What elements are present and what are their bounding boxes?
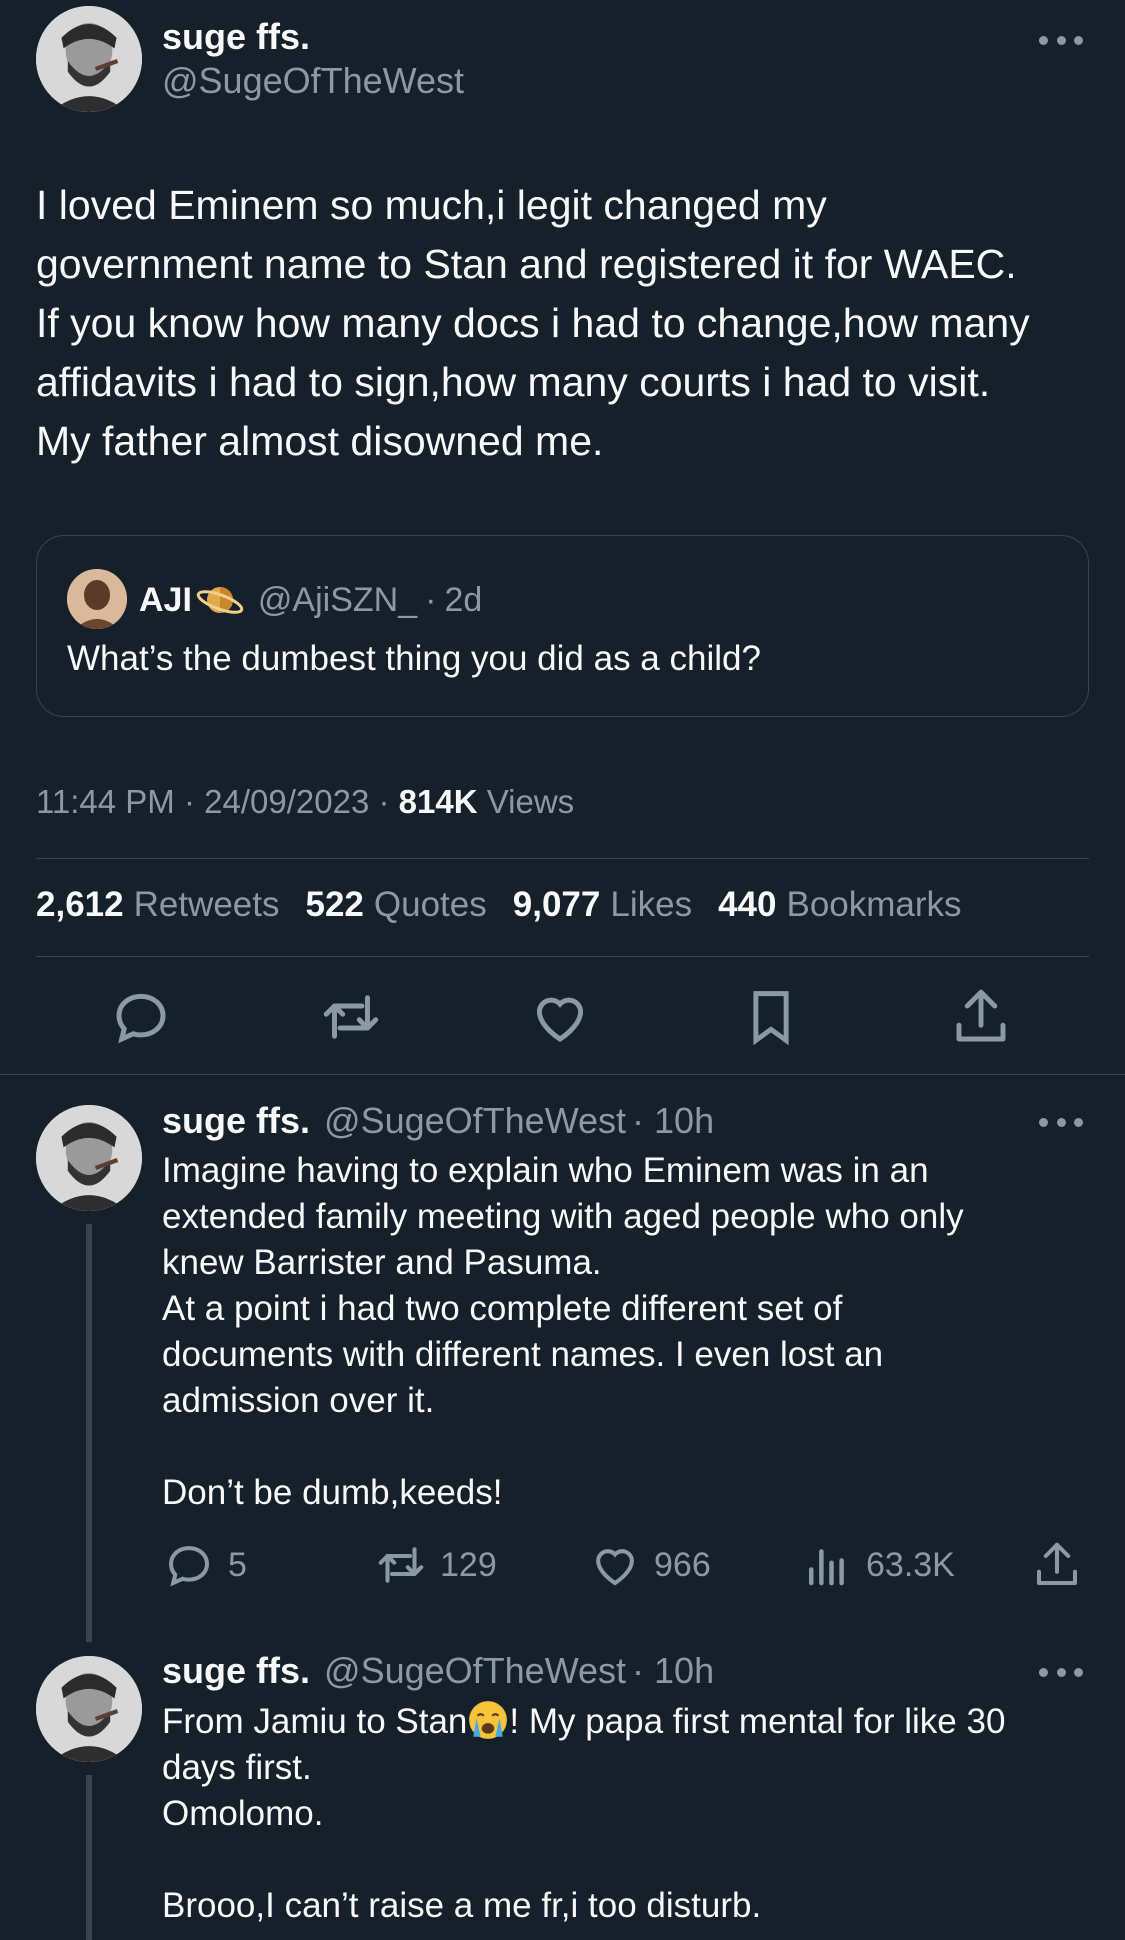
thread-line: [86, 1224, 92, 1642]
quotes-stat[interactable]: 522 Quotes: [306, 885, 487, 925]
retweet-count: 129: [440, 1545, 497, 1584]
bookmark-icon[interactable]: [738, 984, 804, 1050]
like-count: 966: [654, 1545, 711, 1584]
share-icon: [1036, 1542, 1078, 1586]
tweet-text: I loved Eminem so much,i legit changed m…: [36, 182, 1030, 464]
quoted-text: What’s the dumbest thing you did as a ch…: [67, 639, 761, 678]
quoted-author-avatar[interactable]: [67, 569, 127, 629]
reply-time: · 10h: [632, 1650, 715, 1691]
divider: [36, 956, 1089, 957]
reply-author-handle[interactable]: @SugeOfTheWest: [324, 1650, 626, 1691]
avatar-photo-icon: [36, 6, 142, 112]
reply-text: From Jamiu to Stan! My papa first mental…: [162, 1699, 1082, 1929]
share-button[interactable]: [1030, 1538, 1096, 1592]
retweet-icon: [378, 1547, 424, 1583]
reply-author-avatar[interactable]: [36, 1656, 142, 1762]
quoted-author-name[interactable]: AJI: [139, 581, 192, 620]
quoted-author-handle[interactable]: @AjiSZN_: [258, 581, 417, 620]
tweet-thread-page: suge ffs. @SugeOfTheWest I loved Eminem …: [0, 0, 1125, 1940]
reply-author-handle[interactable]: @SugeOfTheWest: [324, 1100, 626, 1141]
views-count: 814K: [398, 783, 478, 820]
avatar-photo-icon: [36, 1105, 142, 1211]
views-count: 63.3K: [866, 1545, 955, 1584]
quoted-header: AJI @AjiSZN_ · 2d: [139, 576, 482, 624]
reply-count-button[interactable]: 5: [162, 1538, 247, 1592]
more-options-icon[interactable]: [1039, 30, 1083, 50]
reply-text: Imagine having to explain who Eminem was…: [162, 1151, 964, 1512]
author-avatar[interactable]: [36, 6, 142, 112]
retweets-stat[interactable]: 2,612 Retweets: [36, 885, 280, 925]
tweet-time: 11:44 PM: [36, 783, 175, 820]
like-icon: [596, 1549, 634, 1586]
views-count-button[interactable]: 63.3K: [800, 1538, 955, 1592]
quoted-avatar-photo-icon: [67, 569, 127, 629]
reply-header: suge ffs. @SugeOfTheWest · 10h: [162, 1100, 714, 1142]
author-name[interactable]: suge ffs.: [162, 16, 310, 58]
views-icon: [809, 1549, 844, 1586]
engagement-stats: 2,612 Retweets 522 Quotes 9,077 Likes 440 Bo…: [36, 885, 962, 925]
reply-author-name[interactable]: suge ffs.: [162, 1100, 310, 1141]
crying-face-emoji-icon: [469, 1701, 508, 1739]
quoted-separator: ·: [425, 580, 437, 619]
quoted-time: 2d: [444, 580, 483, 619]
reply-icon: [168, 1546, 210, 1587]
avatar-photo-icon: [36, 1656, 142, 1762]
retweet-count-button[interactable]: 129: [374, 1538, 497, 1592]
tweet-date: 24/09/2023: [204, 783, 370, 820]
more-options-icon[interactable]: [1039, 1662, 1083, 1682]
ringed-planet-emoji-icon: [196, 587, 244, 614]
more-options-icon[interactable]: [1039, 1112, 1083, 1132]
reply-author-name[interactable]: suge ffs.: [162, 1650, 310, 1691]
author-handle[interactable]: @SugeOfTheWest: [162, 60, 464, 102]
reply-header: suge ffs. @SugeOfTheWest · 10h: [162, 1650, 714, 1692]
reply-count: 5: [228, 1545, 247, 1584]
likes-stat[interactable]: 9,077 Likes: [513, 885, 692, 925]
thread-line: [86, 1775, 92, 1940]
reply-author-avatar[interactable]: [36, 1105, 142, 1211]
reply-time: · 10h: [632, 1100, 715, 1141]
like-count-button[interactable]: 966: [588, 1538, 711, 1592]
section-divider: [0, 1074, 1125, 1075]
views-label: Views: [486, 783, 575, 820]
divider: [36, 858, 1089, 859]
quoted-tweet[interactable]: AJI @AjiSZN_ · 2d What’s the dumbest thi…: [36, 535, 1089, 717]
reply-text-part: From Jamiu to Stan: [162, 1702, 468, 1741]
retweet-icon[interactable]: [318, 984, 384, 1050]
reply-icon[interactable]: [108, 984, 174, 1050]
share-icon[interactable]: [948, 984, 1014, 1050]
like-icon[interactable]: [527, 984, 593, 1050]
bookmarks-stat[interactable]: 440 Bookmarks: [718, 885, 961, 925]
tweet-meta: 11:44 PM · 24/09/2023 · 814K Views: [36, 783, 575, 820]
